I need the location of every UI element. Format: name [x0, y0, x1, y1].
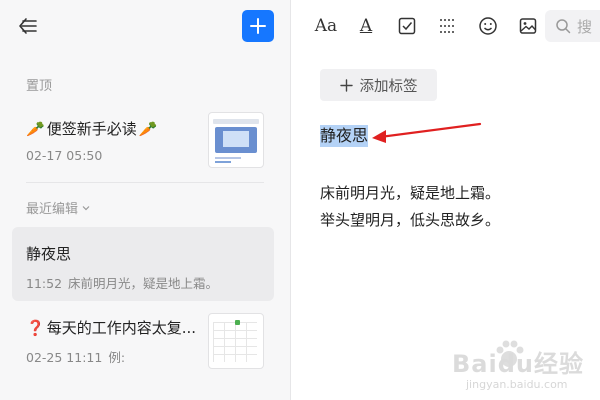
note-item[interactable]: ❓ 每天的工作内容太复... 02-25 11:11 例: — [12, 313, 274, 373]
note-time: 02-25 11:11 — [26, 350, 103, 365]
editor-toolbar: Aa A 搜 — [292, 0, 600, 52]
note-title: ❓ 每天的工作内容太复... — [26, 317, 206, 338]
list-icon — [440, 19, 454, 33]
collapse-sidebar-icon — [19, 18, 37, 34]
note-item-selected[interactable]: 静夜思 11:52 床前明月光，疑是地上霜。 — [12, 227, 274, 301]
image-icon — [519, 18, 537, 34]
collapse-sidebar-button[interactable] — [16, 14, 40, 38]
checkbox-icon — [398, 17, 416, 35]
note-time: 11:52 — [26, 276, 63, 291]
note-title-text: 每天的工作内容太复... — [46, 319, 196, 337]
add-tag-button[interactable]: 添加标签 — [320, 69, 437, 101]
note-body-line[interactable]: 床前明月光，疑是地上霜。 — [320, 182, 500, 203]
note-title-text: 便签新手必读 — [46, 120, 137, 138]
note-meta: 02-25 11:11 例: — [26, 347, 125, 366]
emoji-button[interactable] — [476, 14, 500, 38]
note-title: 静夜思 — [26, 243, 71, 264]
sidebar: 置顶 🥕 便签新手必读 🥕 02-17 05:50 最近编辑 静夜思 11:52… — [0, 0, 291, 400]
add-tag-label: 添加标签 — [359, 78, 418, 95]
note-title-text: 静夜思 — [26, 245, 72, 263]
recent-section-label[interactable]: 最近编辑 — [26, 198, 91, 217]
font-size-button[interactable]: Aa — [314, 14, 338, 38]
note-meta: 02-17 05:50 — [26, 148, 108, 163]
pinned-section-label: 置顶 — [26, 79, 53, 94]
search-input[interactable]: 搜 — [545, 10, 600, 42]
divider — [26, 182, 264, 183]
font-size-icon: Aa — [314, 16, 338, 36]
watermark-subtext: jingyan.baidu.com — [466, 378, 568, 391]
checkbox-button[interactable] — [395, 14, 419, 38]
note-heading[interactable]: 静夜思 — [320, 125, 369, 147]
insert-image-button[interactable] — [516, 14, 540, 38]
plus-icon — [250, 18, 266, 34]
question-mark-icon: ❓ — [26, 318, 45, 337]
note-thumbnail — [208, 313, 264, 369]
list-button[interactable] — [435, 14, 459, 38]
plus-icon — [339, 78, 353, 92]
search-placeholder: 搜 — [577, 17, 593, 36]
note-item-pinned[interactable]: 🥕 便签新手必读 🥕 02-17 05:50 — [12, 108, 274, 176]
carrot-icon: 🥕 — [138, 119, 158, 138]
smiley-icon — [479, 17, 497, 35]
watermark-text: Baidu经验 — [452, 350, 584, 378]
baidu-watermark: Baidu经验 jingyan.baidu.com — [452, 330, 592, 396]
chevron-down-icon — [82, 205, 90, 210]
notes-app: 置顶 🥕 便签新手必读 🥕 02-17 05:50 最近编辑 静夜思 11:52… — [0, 0, 600, 400]
note-time: 02-17 05:50 — [26, 148, 103, 163]
note-thumbnail — [208, 112, 264, 168]
text-color-button[interactable]: A — [354, 14, 378, 38]
search-icon — [556, 19, 571, 34]
note-preview: 例: — [108, 350, 126, 365]
note-body-line[interactable]: 举头望明月，低头思故乡。 — [320, 209, 500, 230]
note-title: 🥕 便签新手必读 🥕 — [26, 118, 157, 139]
annotation-arrow — [372, 122, 482, 143]
recent-section-text: 最近编辑 — [26, 202, 79, 217]
new-note-button[interactable] — [242, 10, 274, 42]
text-color-icon: A — [359, 16, 373, 36]
note-preview: 床前明月光，疑是地上霜。 — [68, 276, 219, 291]
carrot-icon: 🥕 — [26, 119, 45, 138]
note-meta: 11:52 床前明月光，疑是地上霜。 — [26, 273, 218, 292]
